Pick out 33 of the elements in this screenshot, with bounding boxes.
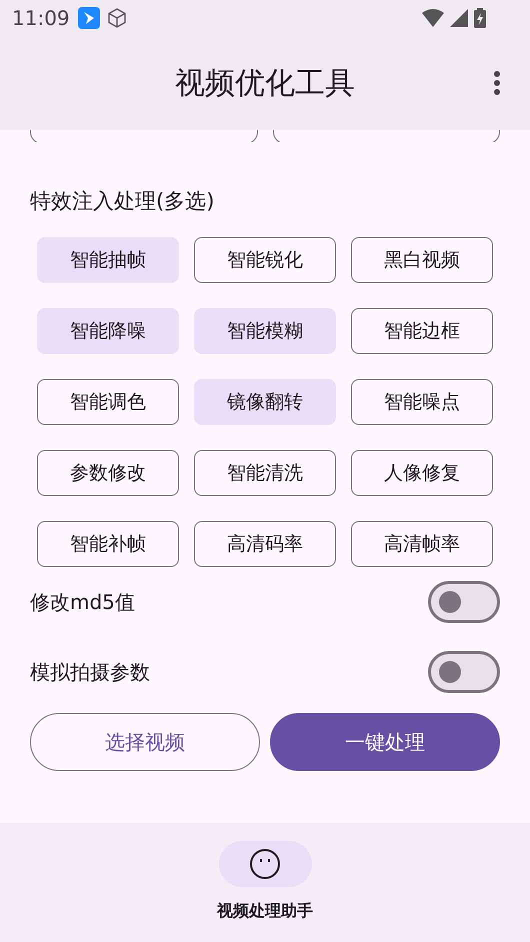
toggle-switch[interactable]	[428, 651, 500, 693]
signal-icon	[450, 9, 468, 27]
face-icon	[249, 848, 281, 880]
select-button[interactable]: 选择视频	[30, 713, 260, 771]
filter-chip[interactable]: 参数修改	[37, 450, 179, 496]
process-button[interactable]: 一键处理	[270, 713, 500, 771]
section-title: 特效注入处理(多选)	[30, 188, 216, 215]
filter-chip[interactable]: 人像修复	[351, 450, 493, 496]
filter-chip[interactable]: 智能锐化	[194, 237, 336, 283]
toggle-switch[interactable]	[428, 581, 500, 623]
filter-chip[interactable]: 智能调色	[37, 379, 179, 425]
app-title: 视频优化工具	[175, 64, 355, 102]
filter-chip[interactable]: 镜像翻转	[194, 379, 336, 425]
switch-label: 模拟拍摄参数	[30, 658, 150, 686]
filter-chip[interactable]: 智能噪点	[351, 379, 493, 425]
filter-chip[interactable]: 高清帧率	[351, 521, 493, 567]
filter-chip[interactable]: 智能清洗	[194, 450, 336, 496]
filter-chip[interactable]: 智能边框	[351, 308, 493, 354]
status-time: 11:09	[12, 6, 70, 30]
filter-chip[interactable]: 智能模糊	[194, 308, 336, 354]
wifi-icon	[422, 9, 444, 27]
filter-chip[interactable]: 智能降噪	[37, 308, 179, 354]
nav-label[interactable]: 视频处理助手	[217, 901, 313, 922]
filter-chip[interactable]: 智能补帧	[37, 521, 179, 567]
app-icon	[78, 7, 100, 29]
switch-label: 修改md5值	[30, 588, 135, 616]
filter-chip[interactable]: 智能抽帧	[37, 237, 179, 283]
filter-chip[interactable]: 高清码率	[194, 521, 336, 567]
filter-chip[interactable]: 黑白视频	[351, 237, 493, 283]
cube-icon	[106, 7, 128, 29]
more-icon[interactable]	[493, 70, 501, 96]
nav-indicator[interactable]	[218, 841, 312, 887]
battery-icon	[474, 8, 486, 28]
